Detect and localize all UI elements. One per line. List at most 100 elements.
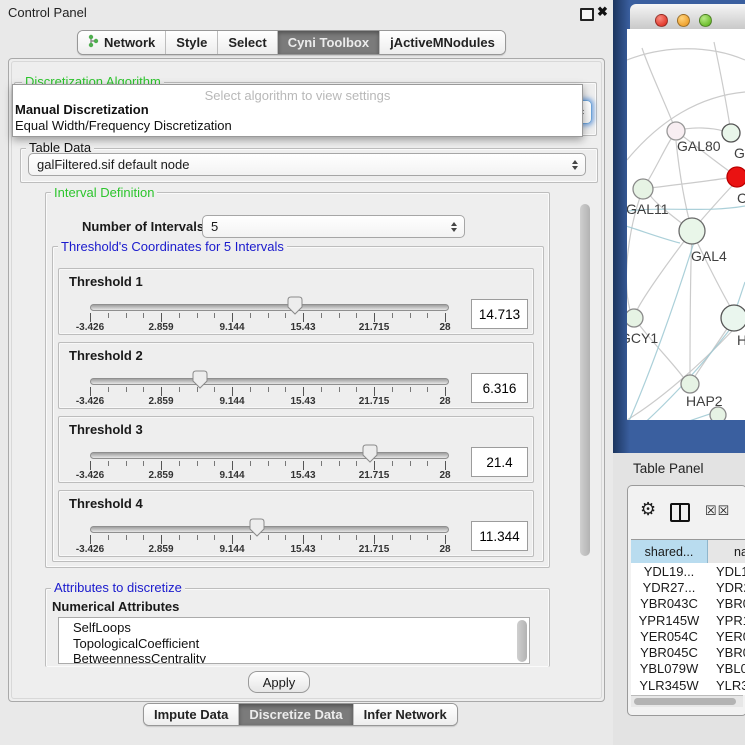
tab-infer-network[interactable]: Infer Network — [353, 704, 457, 725]
threshold-slider[interactable]: -3.4262.8599.14415.4321.71528 — [59, 417, 533, 482]
close-traffic-light-icon[interactable] — [655, 14, 668, 27]
cell-name[interactable]: YBR0 — [707, 596, 745, 611]
cell-shared-name[interactable]: YPR145W — [631, 613, 707, 628]
horizontal-scrollbar[interactable] — [631, 695, 743, 707]
tab-discretize-data[interactable]: Discretize Data — [238, 704, 352, 725]
threshold-slider[interactable]: -3.4262.8599.14415.4321.71528 — [59, 491, 533, 556]
threshold-value-field[interactable] — [471, 447, 528, 477]
table-row[interactable]: YBR043CYBR0 — [631, 596, 745, 612]
threshold-value-field[interactable] — [471, 299, 528, 329]
cell-shared-name[interactable]: YLR345W — [631, 678, 707, 693]
network-graph[interactable]: GAL80GACGAL11GAL4GCY1HHAP2 — [627, 29, 745, 420]
slider-tick — [303, 313, 304, 322]
cell-name[interactable]: YLR3 — [707, 678, 745, 693]
column-header-name[interactable]: na — [708, 540, 745, 563]
threshold-slider[interactable]: -3.4262.8599.14415.4321.71528 — [59, 269, 533, 334]
tab-jactivemnodules[interactable]: jActiveMNodules — [379, 31, 505, 54]
slider-track[interactable] — [90, 304, 449, 311]
cell-shared-name[interactable]: YDR27... — [631, 580, 707, 595]
close-icon[interactable]: ✖ — [597, 4, 608, 20]
network-node[interactable] — [727, 167, 745, 187]
table-body[interactable]: YDL19...YDL1YDR27...YDR2YBR043CYBR0YPR14… — [631, 563, 745, 695]
network-edge[interactable] — [676, 141, 692, 231]
cell-name[interactable]: YPR1 — [707, 613, 745, 628]
slider-tick — [108, 313, 109, 318]
network-node[interactable] — [681, 375, 699, 393]
num-intervals-combobox[interactable]: 5 — [202, 215, 465, 238]
tab-cyni-toolbox[interactable]: Cyni Toolbox — [277, 31, 379, 54]
threshold-value-field[interactable] — [471, 521, 528, 551]
numerical-attributes-list[interactable]: SelfLoopsTopologicalCoefficientBetweenne… — [58, 617, 530, 664]
cell-name[interactable]: YDR2 — [707, 580, 745, 595]
cell-name[interactable]: YDL1 — [707, 564, 745, 579]
tab-network[interactable]: Network — [78, 31, 165, 54]
cell-shared-name[interactable]: YBL079W — [631, 661, 707, 676]
cell-shared-name[interactable]: YER054C — [631, 629, 707, 644]
list-item[interactable]: SelfLoops — [73, 620, 529, 636]
slider-tick — [303, 461, 304, 470]
slider-thumb[interactable] — [192, 370, 208, 389]
apply-button-label: Apply — [263, 675, 296, 690]
slider-track[interactable] — [90, 526, 449, 533]
slider-tick — [108, 461, 109, 466]
scrollbar-thumb[interactable] — [580, 204, 590, 556]
gear-icon[interactable]: ⚙ — [640, 500, 656, 518]
column-header-shared-name[interactable]: shared... — [631, 540, 708, 563]
tab-label: Style — [176, 35, 207, 50]
dropdown-option-equal-width[interactable]: Equal Width/Frequency Discretization — [15, 118, 232, 133]
float-window-icon[interactable] — [580, 8, 594, 21]
zoom-traffic-light-icon[interactable] — [699, 14, 712, 27]
network-node[interactable] — [722, 124, 740, 142]
network-edge[interactable] — [714, 42, 731, 133]
cell-shared-name[interactable]: YBR045C — [631, 645, 707, 660]
slider-track[interactable] — [90, 452, 449, 459]
minimize-traffic-light-icon[interactable] — [677, 14, 690, 27]
list-scrollbar-thumb[interactable] — [517, 620, 527, 662]
tab-select[interactable]: Select — [217, 31, 276, 54]
checkboxes-icon[interactable]: ☒☒ — [705, 503, 730, 519]
tab-style[interactable]: Style — [165, 31, 217, 54]
network-edge-highlighted[interactable] — [627, 222, 680, 243]
table-data-combobox[interactable]: galFiltered.sif default node — [28, 153, 586, 176]
table-row[interactable]: YDR27...YDR2 — [631, 579, 745, 595]
threshold-slider[interactable]: -3.4262.8599.14415.4321.71528 — [59, 343, 533, 408]
apply-button[interactable]: Apply — [248, 671, 310, 693]
table-row[interactable]: YLR345WYLR3 — [631, 677, 745, 693]
network-edge[interactable] — [643, 178, 727, 189]
scrollbar-thumb[interactable] — [634, 698, 736, 705]
cell-name[interactable]: YBR0 — [707, 645, 745, 660]
vertical-scrollbar[interactable] — [578, 190, 593, 664]
slider-tick — [232, 535, 233, 544]
slider-tick — [392, 535, 393, 540]
network-edge[interactable] — [637, 231, 692, 310]
dropdown-option-manual[interactable]: Manual Discretization — [15, 102, 149, 117]
list-item[interactable]: BetweennessCentrality — [73, 651, 529, 664]
list-item[interactable]: TopologicalCoefficient — [73, 636, 529, 652]
threshold-value-field[interactable] — [471, 373, 528, 403]
network-window-titlebar[interactable] — [630, 4, 745, 30]
cell-shared-name[interactable]: YBR043C — [631, 596, 707, 611]
cell-name[interactable]: YER0 — [707, 629, 745, 644]
network-node[interactable] — [679, 218, 705, 244]
table-row[interactable]: YBR045CYBR0 — [631, 644, 745, 660]
slider-track[interactable] — [90, 378, 449, 385]
table-row[interactable]: YBL079WYBL0 — [631, 661, 745, 677]
network-canvas[interactable]: GAL80GACGAL11GAL4GCY1HHAP2 — [627, 29, 745, 420]
table-row[interactable]: YDL19...YDL1 — [631, 563, 745, 579]
cell-shared-name[interactable]: YDL19... — [631, 564, 707, 579]
slider-tick — [374, 313, 375, 322]
network-edge-highlighted[interactable] — [627, 412, 716, 420]
table-row[interactable]: YPR145WYPR1 — [631, 612, 745, 628]
cell-name[interactable]: YBL0 — [707, 661, 745, 676]
tab-impute-data[interactable]: Impute Data — [144, 704, 238, 725]
slider-thumb[interactable] — [287, 296, 303, 315]
network-node[interactable] — [721, 305, 745, 331]
network-node[interactable] — [627, 309, 643, 327]
table-row[interactable]: YER054CYER0 — [631, 628, 745, 644]
network-node[interactable] — [633, 179, 653, 199]
slider-thumb[interactable] — [362, 444, 378, 463]
slider-tick — [392, 313, 393, 318]
columns-icon[interactable] — [670, 503, 690, 522]
slider-tick — [268, 535, 269, 540]
slider-thumb[interactable] — [249, 518, 265, 537]
